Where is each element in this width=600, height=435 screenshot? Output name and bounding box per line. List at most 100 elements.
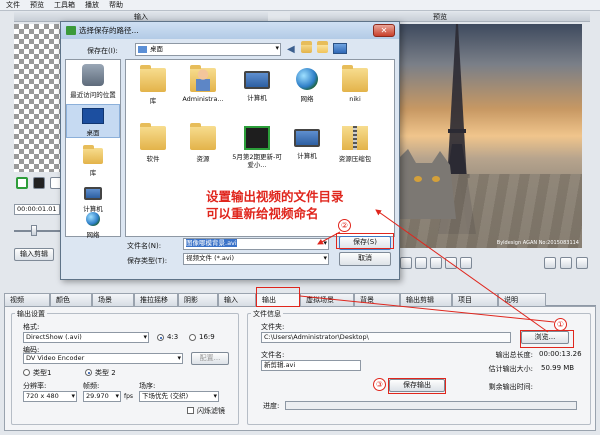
dialog-filename-value: 图像哪模背景.avi xyxy=(186,239,237,247)
black-key-button[interactable] xyxy=(33,177,45,189)
file-item[interactable]: 资源 xyxy=(180,123,226,163)
ratio-4-3-label: 4:3 xyxy=(167,333,179,341)
annotation-line1: 设置输出视频的文件目录 xyxy=(206,189,344,204)
zoom-icon[interactable] xyxy=(576,257,588,269)
file-name: 资源压缩包 xyxy=(338,155,372,163)
green-key-button[interactable] xyxy=(16,177,28,189)
place-desktop[interactable]: 桌面 xyxy=(66,104,120,138)
total-length-label: 输出总长度: xyxy=(495,351,533,359)
place-library[interactable]: 库 xyxy=(66,145,120,177)
new-folder-icon[interactable] xyxy=(317,44,328,54)
file-item[interactable]: 计算机 xyxy=(284,126,330,160)
fps-select[interactable]: 29.970 xyxy=(83,391,121,402)
menu-preview[interactable]: 预览 xyxy=(30,0,44,11)
file-item[interactable]: 5月第2期更新-可爱小... xyxy=(230,126,284,169)
tab-project[interactable]: 项目 xyxy=(452,293,498,306)
place-network-label: 网络 xyxy=(86,231,100,239)
ratio-16-9-radio[interactable] xyxy=(189,334,196,341)
dialog-cancel-button[interactable]: 取消 xyxy=(339,252,391,266)
tab-description[interactable]: 说明 xyxy=(498,293,546,306)
type1-radio[interactable] xyxy=(23,369,30,376)
type2-radio[interactable] xyxy=(85,369,92,376)
progress-bar xyxy=(285,401,577,410)
next-frame-icon[interactable] xyxy=(445,257,457,269)
tab-background[interactable]: 背景 xyxy=(354,293,400,306)
tab-pan-zoom[interactable]: 推拉摇移 xyxy=(134,293,178,306)
flicker-filter-checkbox[interactable] xyxy=(187,407,194,414)
file-item[interactable]: 软件 xyxy=(130,123,176,163)
place-recent[interactable]: 最近访问的位置 xyxy=(66,64,120,99)
menu-play[interactable]: 播放 xyxy=(85,0,99,11)
file-name: Administra... xyxy=(182,95,224,103)
folder-icon xyxy=(190,123,216,150)
step1-marker: ① xyxy=(554,318,567,331)
file-name: 计算机 xyxy=(247,94,267,102)
save-in-select[interactable]: 桌面 xyxy=(135,43,281,56)
tab-video[interactable]: 视频 xyxy=(4,293,50,306)
resolution-select[interactable]: 720 x 480 xyxy=(23,391,77,402)
tab-input[interactable]: 输入 xyxy=(218,293,256,306)
tab-virtual-scene[interactable]: 虚拟场景 xyxy=(300,293,354,306)
menu-help[interactable]: 帮助 xyxy=(109,0,123,11)
up-folder-icon[interactable] xyxy=(301,44,312,54)
file-item[interactable]: niki xyxy=(332,65,378,103)
file-item[interactable]: 计算机 xyxy=(234,68,280,102)
save-output-highlight xyxy=(388,378,446,394)
type1-label: 类型1 xyxy=(33,369,52,377)
tab-shadow[interactable]: 阴影 xyxy=(178,293,218,306)
step3-marker: ③ xyxy=(373,378,386,391)
progress-label: 进度: xyxy=(263,402,280,410)
format-select[interactable]: DirectShow (.avi) xyxy=(23,332,149,343)
preview-credit: Byldesign AGAN No:2015083114 xyxy=(496,240,579,246)
folder-path-field[interactable]: C:\Users\Administrator\Desktop\ xyxy=(261,332,511,343)
resolution-label: 分辨率: xyxy=(23,382,47,390)
dialog-filetype-select[interactable]: 视频文件 (*.avi) xyxy=(183,253,329,265)
place-network[interactable]: 网络 xyxy=(66,212,120,239)
library-folder-icon xyxy=(83,145,103,164)
close-icon[interactable]: ✕ xyxy=(373,24,395,37)
folder-icon xyxy=(342,65,368,92)
browse-highlight xyxy=(520,330,574,348)
pause-icon[interactable] xyxy=(415,257,427,269)
tab-color[interactable]: 颜色 xyxy=(50,293,92,306)
field-order-select[interactable]: 下场优先 (交织) xyxy=(139,391,219,402)
file-item[interactable]: 网络 xyxy=(284,68,330,103)
back-icon[interactable]: ◀ xyxy=(287,44,295,55)
input-scrub-handle[interactable] xyxy=(31,225,37,236)
file-name: niki xyxy=(349,95,361,103)
filename-field[interactable]: 新剪辑.avi xyxy=(261,360,361,371)
output-tab-highlight xyxy=(256,287,300,307)
file-item[interactable]: 资源压缩包 xyxy=(332,126,378,163)
dialog-filetype-label: 保存类型(T): xyxy=(127,257,168,265)
tab-output-edit[interactable]: 输出剪辑 xyxy=(400,293,452,306)
file-name: 资源 xyxy=(196,155,210,163)
config-button[interactable]: 配置... xyxy=(191,352,229,365)
remaining-time-label: 剩余输出时间: xyxy=(488,383,533,391)
ratio-16-9-label: 16:9 xyxy=(199,333,215,341)
video-file-icon xyxy=(244,126,270,150)
library-folder-icon xyxy=(140,65,166,92)
file-item[interactable]: 库 xyxy=(130,65,176,105)
input-scrub-track[interactable] xyxy=(14,230,62,232)
place-computer[interactable]: 计算机 xyxy=(66,184,120,213)
menu-file[interactable]: 文件 xyxy=(6,0,20,11)
input-edit-button[interactable]: 输入剪辑 xyxy=(14,248,54,261)
hand-icon[interactable] xyxy=(560,257,572,269)
tab-scene[interactable]: 场景 xyxy=(92,293,134,306)
file-name: 软件 xyxy=(146,155,160,163)
dialog-filename-field[interactable]: 图像哪模背景.avi xyxy=(183,238,329,250)
snapshot-icon[interactable] xyxy=(544,257,556,269)
view-menu-icon[interactable] xyxy=(333,43,347,54)
file-name: 计算机 xyxy=(297,152,317,160)
file-item[interactable]: Administra... xyxy=(180,65,226,103)
menu-bar: 文件 预览 工具箱 播放 帮助 xyxy=(0,0,600,11)
file-name: 库 xyxy=(149,97,157,105)
stop-icon[interactable] xyxy=(430,257,442,269)
menu-toolbox[interactable]: 工具箱 xyxy=(54,0,75,11)
play-icon[interactable] xyxy=(400,257,412,269)
timecode-field[interactable]: 00:00:01.01 xyxy=(14,204,60,215)
end-icon[interactable] xyxy=(460,257,472,269)
codec-select[interactable]: DV Video Encoder xyxy=(23,353,183,364)
field-order-label: 场序: xyxy=(139,382,156,390)
ratio-4-3-radio[interactable] xyxy=(157,334,164,341)
